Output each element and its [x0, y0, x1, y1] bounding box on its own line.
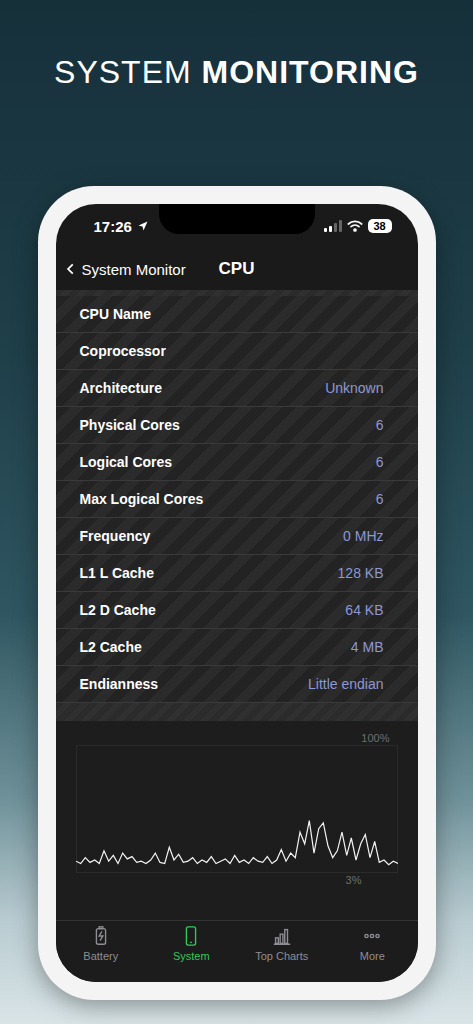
- page-title: SYSTEM MONITORING: [54, 52, 419, 92]
- chart-max-label: 100%: [361, 731, 399, 745]
- chevron-left-icon: [64, 261, 78, 277]
- phone-icon: [180, 925, 202, 947]
- battery-level: 38: [368, 219, 392, 233]
- phone-frame: 17:26 38 System MonitorCPU CPU Name Coproces…: [38, 186, 436, 1000]
- row-label: Physical Cores: [80, 417, 180, 433]
- tab-bar: BatterySystemTop ChartsMore: [56, 920, 418, 982]
- notch: [159, 204, 315, 234]
- back-button[interactable]: System Monitor: [64, 261, 219, 278]
- row-value: 0 MHz: [343, 528, 383, 544]
- row-value: 128 KB: [338, 565, 384, 581]
- row-value: Unknown: [325, 380, 383, 396]
- separator: [56, 703, 418, 721]
- row-label: Endianness: [80, 676, 159, 692]
- info-row: L2 D Cache 64 KB: [56, 592, 418, 629]
- status-time: 17:26: [94, 218, 132, 235]
- title-bold: MONITORING: [202, 54, 419, 90]
- row-value: 4 MB: [351, 639, 384, 655]
- row-label: L2 Cache: [80, 639, 142, 655]
- row-label: Architecture: [80, 380, 162, 396]
- tab-button[interactable]: More: [327, 925, 418, 982]
- page: SYSTEM MONITORING17:2638System MonitorCP…: [0, 0, 473, 1024]
- battery-icon: [90, 925, 112, 947]
- info-list: CPU Name Coprocessor Architecture Unknown Ph…: [56, 296, 418, 703]
- nav-title: CPU: [219, 259, 255, 279]
- nav-bar: System MonitorCPU: [56, 248, 418, 290]
- row-value: 64 KB: [345, 602, 383, 618]
- info-row: L1 L Cache 128 KB: [56, 555, 418, 592]
- row-label: Coprocessor: [80, 343, 166, 359]
- status-left: 17:26: [94, 218, 149, 235]
- row-label: Frequency: [80, 528, 151, 544]
- info-row: Max Logical Cores 6: [56, 481, 418, 518]
- info-row: Endianness Little endian: [56, 666, 418, 703]
- row-value: Little endian: [308, 676, 384, 692]
- tab-button[interactable]: Top Charts: [237, 925, 328, 982]
- location-icon: [137, 220, 149, 232]
- status-right: 38: [324, 219, 392, 233]
- row-value: 6: [376, 491, 384, 507]
- screen: 17:26 38 System MonitorCPU CPU Name Coproces…: [56, 204, 418, 982]
- info-row: L2 Cache 4 MB: [56, 629, 418, 666]
- wifi-icon: [347, 220, 363, 232]
- row-label: L2 D Cache: [80, 602, 156, 618]
- chart-icon: [271, 925, 293, 947]
- row-label: Max Logical Cores: [80, 491, 204, 507]
- chart-frame: [76, 746, 397, 873]
- cpu-chart: [76, 745, 398, 873]
- info-row: Architecture Unknown: [56, 370, 418, 407]
- signal-icon: [324, 220, 342, 232]
- cpu-line: [76, 821, 398, 865]
- info-row: CPU Name: [56, 296, 418, 333]
- row-label: CPU Name: [80, 306, 152, 322]
- tab-button[interactable]: System: [146, 925, 237, 982]
- row-label: L1 L Cache: [80, 565, 154, 581]
- tab-button[interactable]: Battery: [56, 925, 147, 982]
- info-row: Physical Cores 6: [56, 407, 418, 444]
- row-value: 6: [376, 454, 384, 470]
- info-row: Coprocessor: [56, 333, 418, 370]
- info-row: Frequency 0 MHz: [56, 518, 418, 555]
- chart-min-label: 3%: [346, 873, 400, 887]
- chart-panel: 100% 3%: [56, 721, 418, 920]
- info-row: Logical Cores 6: [56, 444, 418, 481]
- row-value: 6: [376, 417, 384, 433]
- more-icon: [361, 925, 383, 947]
- row-label: Logical Cores: [80, 454, 173, 470]
